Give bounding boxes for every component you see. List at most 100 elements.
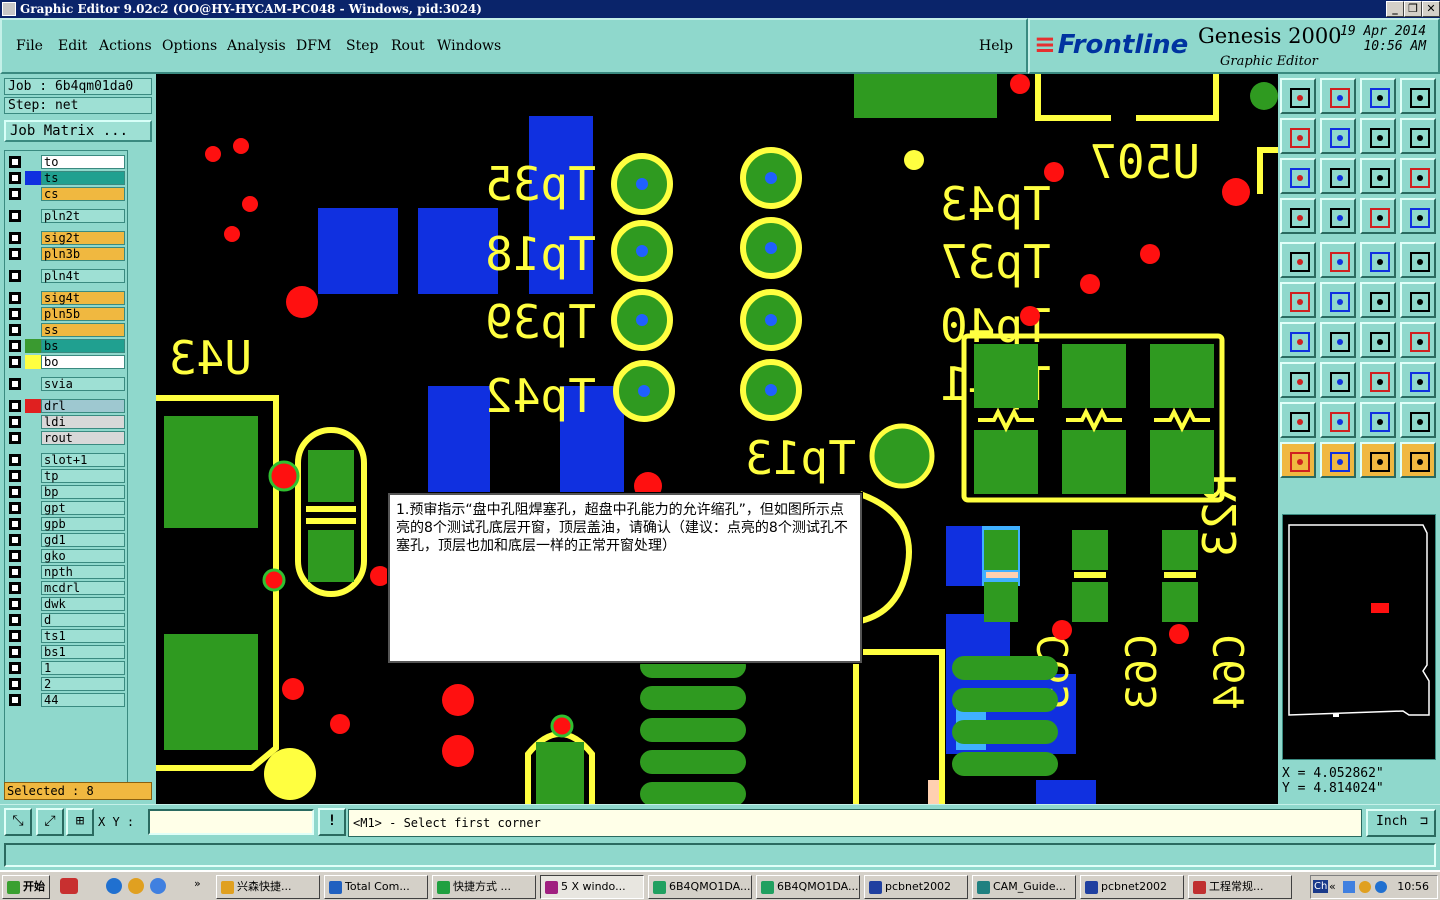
layer-row-2[interactable]: 2: [5, 677, 127, 691]
draw-icon[interactable]: [1320, 322, 1356, 358]
layer-row-d[interactable]: d: [5, 613, 127, 627]
layer-row-pln3b[interactable]: pln3b: [5, 247, 127, 261]
layer-color-swatch[interactable]: [25, 399, 41, 413]
layer-color-swatch[interactable]: [25, 377, 41, 391]
layer-checkbox[interactable]: [9, 378, 21, 390]
layer-name[interactable]: tp: [41, 469, 125, 483]
layer-row-pln5b[interactable]: pln5b: [5, 307, 127, 321]
layer-name[interactable]: 1: [41, 661, 125, 675]
layer-color-swatch[interactable]: [25, 431, 41, 445]
graphic-canvas[interactable]: Tp35 Tp18 Tp39 Tp42 Tp43 Tp37 Tp40 Tp41 …: [156, 74, 1278, 804]
layer-name[interactable]: 2: [41, 677, 125, 691]
layer-color-swatch[interactable]: [25, 469, 41, 483]
pan-left-icon[interactable]: [1280, 118, 1316, 154]
layer-color-swatch[interactable]: [25, 415, 41, 429]
layer-color-swatch[interactable]: [25, 613, 41, 627]
layer-name[interactable]: slot+1: [41, 453, 125, 467]
layer-color-swatch[interactable]: [25, 533, 41, 547]
menu-step[interactable]: Step: [346, 38, 378, 54]
browser-icon[interactable]: [128, 878, 144, 894]
layer-color-swatch[interactable]: [25, 171, 41, 185]
layer-checkbox[interactable]: [9, 470, 21, 482]
layer-checkbox[interactable]: [9, 614, 21, 626]
network-icon[interactable]: [1343, 881, 1355, 893]
review-note-dialog[interactable]: 1.预审指示“盘中孔阻焊塞孔，超盘中孔能力的允许缩孔”，但如图所示点亮的8个测试…: [388, 493, 862, 663]
layer-name[interactable]: gpt: [41, 501, 125, 515]
layer-color-swatch[interactable]: [25, 187, 41, 201]
layer-row-ss[interactable]: ss: [5, 323, 127, 337]
layer-name[interactable]: pln4t: [41, 269, 125, 283]
taskbar-button[interactable]: pcbnet2002: [1080, 875, 1184, 899]
layer-name[interactable]: npth: [41, 565, 125, 579]
polygon-icon[interactable]: [1280, 362, 1316, 398]
menu-actions[interactable]: Actions: [99, 38, 152, 54]
layer-name[interactable]: sig2t: [41, 231, 125, 245]
menu-file[interactable]: File: [16, 38, 43, 54]
layer-row-drl[interactable]: drl: [5, 399, 127, 413]
grid-snap-icon[interactable]: ⊞: [66, 808, 94, 836]
taskbar-button[interactable]: CAM_Guide...: [972, 875, 1076, 899]
layer-row-bo[interactable]: bo: [5, 355, 127, 369]
layer-name[interactable]: rout: [41, 431, 125, 445]
route-icon[interactable]: [1400, 442, 1436, 478]
select-icon[interactable]: [1320, 442, 1356, 478]
camera-icon[interactable]: [1280, 242, 1316, 278]
menu-edit[interactable]: Edit: [58, 38, 87, 54]
taskbar-button[interactable]: 工程常规...: [1188, 875, 1292, 899]
layer-color-swatch[interactable]: [25, 231, 41, 245]
layer-row-tp[interactable]: tp: [5, 469, 127, 483]
layer-checkbox[interactable]: [9, 534, 21, 546]
layer-name[interactable]: gd1: [41, 533, 125, 547]
layer-row-slot+1[interactable]: slot+1: [5, 453, 127, 467]
edit-icon[interactable]: [1320, 242, 1356, 278]
layer-row-gko[interactable]: gko: [5, 549, 127, 563]
layer-checkbox[interactable]: [9, 232, 21, 244]
overview-map[interactable]: [1282, 514, 1436, 760]
menu-analysis[interactable]: Analysis: [227, 38, 286, 54]
layer-checkbox[interactable]: [9, 172, 21, 184]
layer-color-swatch[interactable]: [25, 269, 41, 283]
layer-color-swatch[interactable]: [25, 453, 41, 467]
arc-icon[interactable]: [1360, 322, 1396, 358]
layer-checkbox[interactable]: [9, 308, 21, 320]
layer-name[interactable]: bs1: [41, 645, 125, 659]
layer-color-swatch[interactable]: [25, 517, 41, 531]
layer-name[interactable]: to: [41, 155, 125, 169]
layer-row-pln2t[interactable]: pln2t: [5, 209, 127, 223]
layer-name[interactable]: drl: [41, 399, 125, 413]
layer-checkbox[interactable]: [9, 566, 21, 578]
scale-icon[interactable]: [1360, 158, 1396, 194]
layer-checkbox[interactable]: [9, 156, 21, 168]
layer-checkbox[interactable]: [9, 340, 21, 352]
layer-row-dwk[interactable]: dwk: [5, 597, 127, 611]
close-button[interactable]: ✕: [1422, 1, 1440, 17]
mirror-icon[interactable]: [1400, 402, 1436, 438]
menu-windows[interactable]: Windows: [437, 38, 501, 54]
minus-icon[interactable]: [1320, 362, 1356, 398]
zoom-fit-icon[interactable]: [1280, 158, 1316, 194]
rotate-icon[interactable]: [1400, 282, 1436, 318]
layer-color-swatch[interactable]: [25, 597, 41, 611]
layer-name[interactable]: bo: [41, 355, 125, 369]
layer-checkbox[interactable]: [9, 324, 21, 336]
menu-options[interactable]: Options: [162, 38, 217, 54]
layer-color-swatch[interactable]: [25, 645, 41, 659]
layer-color-swatch[interactable]: [25, 565, 41, 579]
layer-checkbox[interactable]: [9, 210, 21, 222]
layer-name[interactable]: gpb: [41, 517, 125, 531]
layer-color-swatch[interactable]: [25, 323, 41, 337]
snap-icon[interactable]: ⤡: [4, 808, 32, 836]
layer-row-1[interactable]: 1: [5, 661, 127, 675]
home-icon[interactable]: [1280, 78, 1316, 114]
menu-help[interactable]: Help: [979, 38, 1013, 54]
ruler-icon[interactable]: [1360, 242, 1396, 278]
layer-checkbox[interactable]: [9, 598, 21, 610]
layer-checkbox[interactable]: [9, 662, 21, 674]
layer-checkbox[interactable]: [9, 416, 21, 428]
layer-name[interactable]: mcdrl: [41, 581, 125, 595]
layer-row-bs1[interactable]: bs1: [5, 645, 127, 659]
taskbar-button[interactable]: pcbnet2002: [864, 875, 968, 899]
layer-color-swatch[interactable]: [25, 307, 41, 321]
layer-row-gpt[interactable]: gpt: [5, 501, 127, 515]
taskbar-button[interactable]: 兴森快捷...: [216, 875, 320, 899]
